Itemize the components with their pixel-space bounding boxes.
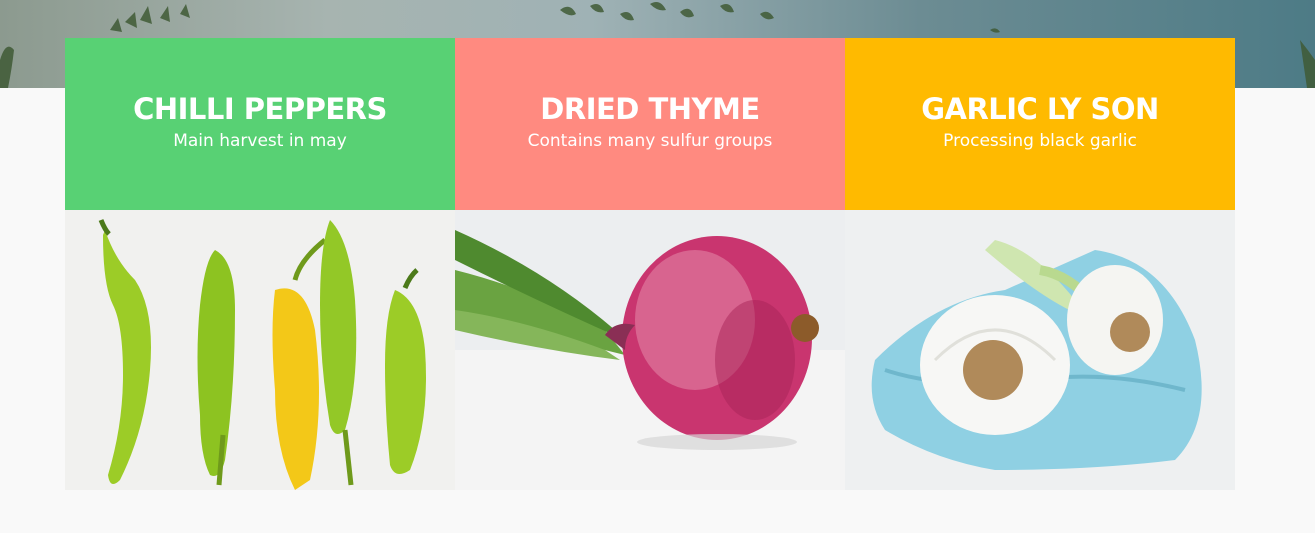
red-onion-image[interactable] xyxy=(455,210,845,490)
product-card-garlic[interactable]: GARLIC LY SON Processing black garlic xyxy=(845,38,1235,490)
card-subtitle: Processing black garlic xyxy=(943,131,1137,151)
card-header: GARLIC LY SON Processing black garlic xyxy=(845,38,1235,210)
garlic-bulbs-image[interactable] xyxy=(845,210,1235,490)
product-card-chilli[interactable]: CHILLI PEPPERS Main harvest in may xyxy=(65,38,455,490)
product-cards: CHILLI PEPPERS Main harvest in may DRIED… xyxy=(65,38,1235,490)
card-title[interactable]: DRIED THYME xyxy=(540,91,760,127)
card-title[interactable]: CHILLI PEPPERS xyxy=(133,91,387,127)
product-card-thyme[interactable]: DRIED THYME Contains many sulfur groups xyxy=(455,38,845,490)
card-header: CHILLI PEPPERS Main harvest in may xyxy=(65,38,455,210)
card-subtitle: Contains many sulfur groups xyxy=(527,131,773,151)
card-subtitle: Main harvest in may xyxy=(173,131,347,151)
card-header: DRIED THYME Contains many sulfur groups xyxy=(455,38,845,210)
chilli-peppers-image[interactable] xyxy=(65,210,455,490)
card-title[interactable]: GARLIC LY SON xyxy=(921,91,1159,127)
